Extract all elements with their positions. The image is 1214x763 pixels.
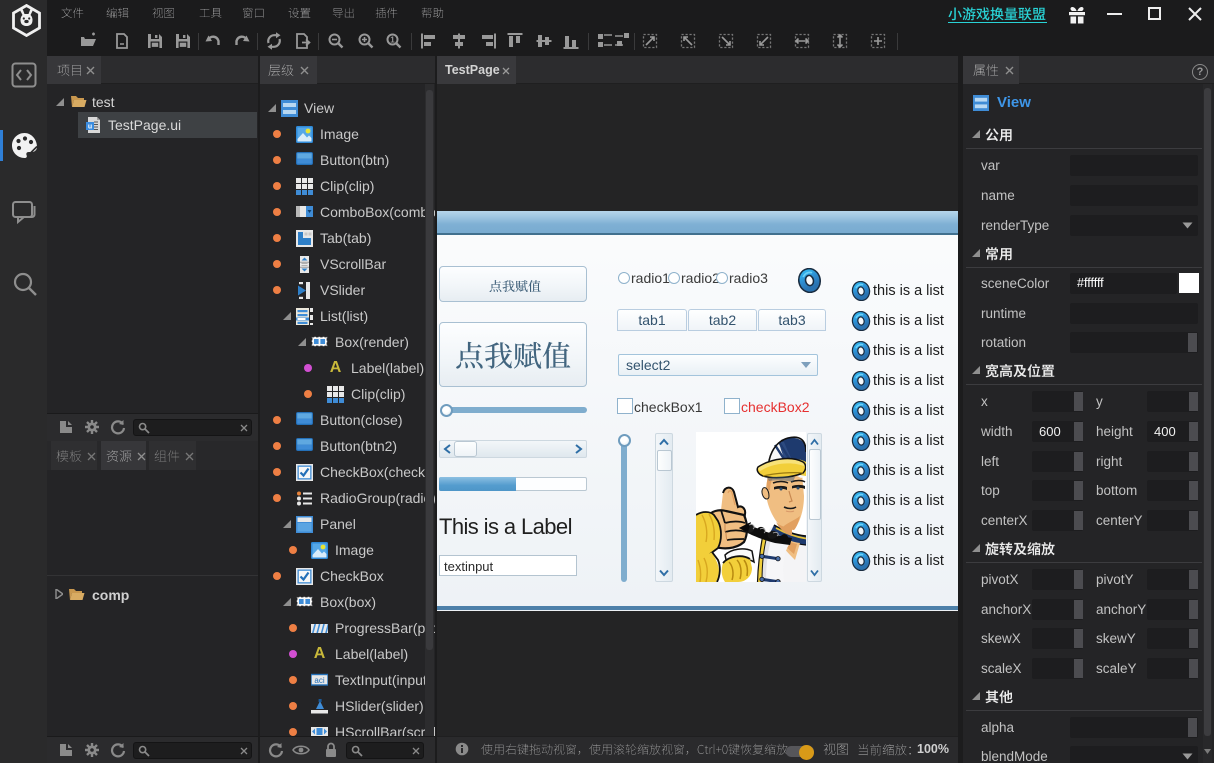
svg-text:aci: aci bbox=[314, 676, 324, 685]
svg-text:1: 1 bbox=[390, 36, 395, 45]
svg-text:u: u bbox=[88, 124, 92, 131]
